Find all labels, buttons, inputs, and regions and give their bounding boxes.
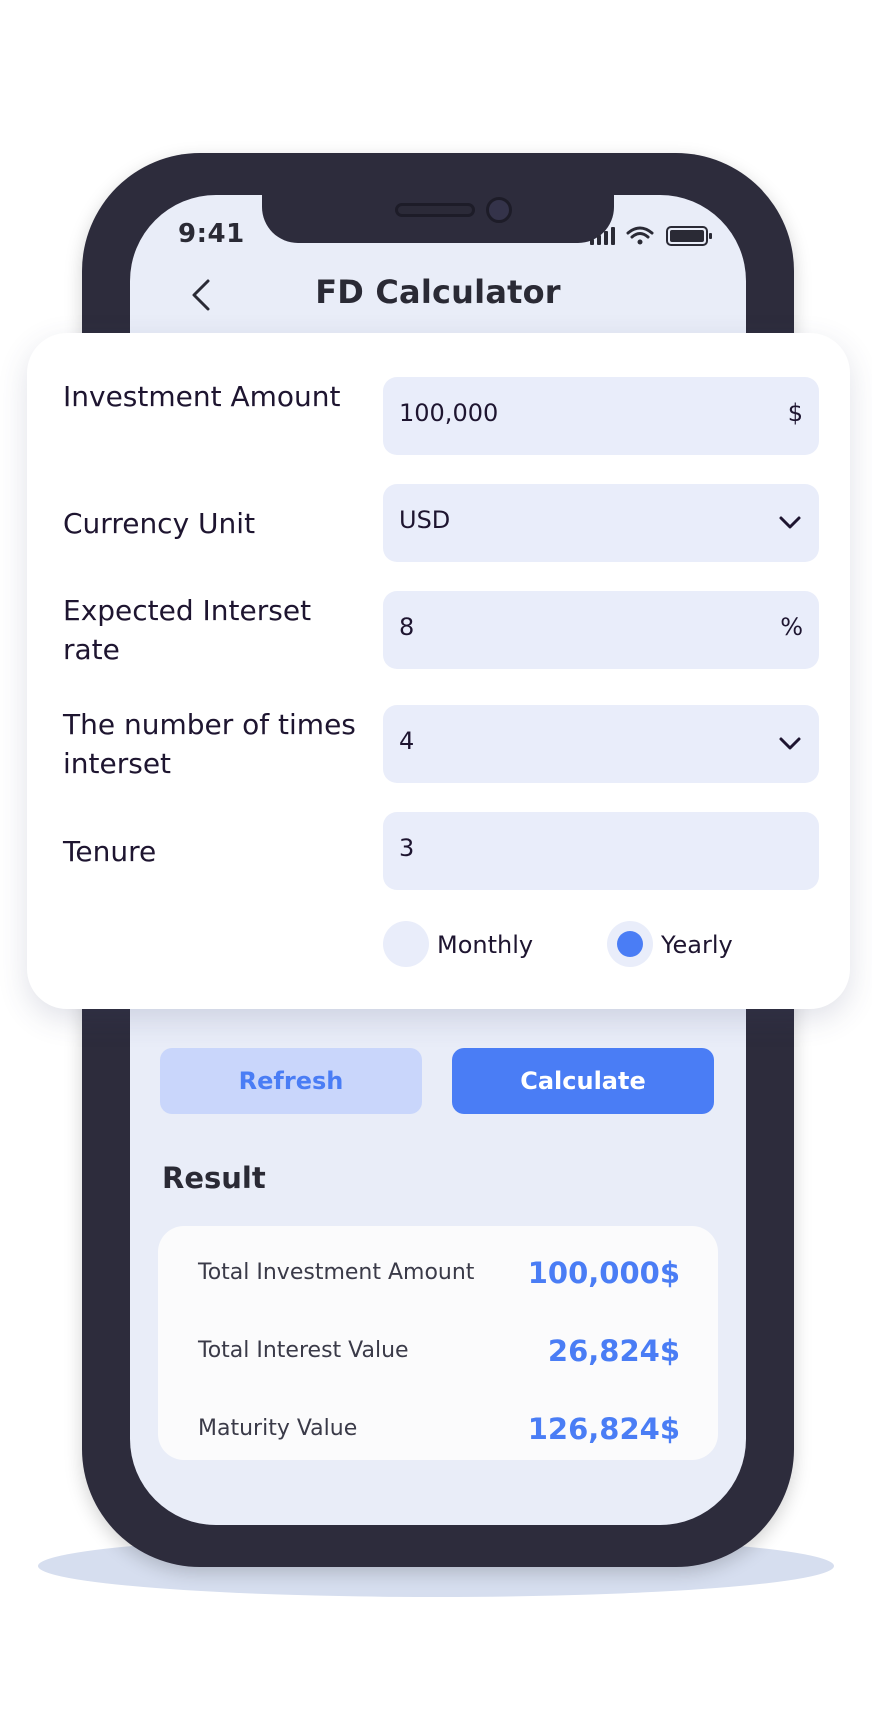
result-row-total-interest: Total Interest Value 26,824$ (198, 1330, 680, 1370)
result-row-total-investment: Total Investment Amount 100,000$ (198, 1252, 680, 1292)
radio-circle-unselected (383, 921, 429, 967)
dollar-unit: $ (787, 399, 803, 427)
result-label: Total Investment Amount (198, 1260, 475, 1285)
interest-rate-input[interactable]: 8 % (383, 591, 819, 669)
percent-unit: % (780, 613, 803, 641)
result-card: Total Investment Amount 100,000$ Total I… (158, 1226, 718, 1460)
radio-circle-selected (607, 921, 653, 967)
result-value: 126,824$ (527, 1412, 680, 1446)
tenure-input[interactable]: 3 (383, 812, 819, 890)
status-icons (586, 225, 726, 247)
tenure-value: 3 (399, 834, 415, 862)
result-value: 100,000$ (527, 1256, 680, 1290)
calculate-button[interactable]: Calculate (452, 1048, 714, 1114)
wifi-icon (626, 226, 654, 245)
compounding-label: The number of times interset (63, 708, 356, 780)
tenure-label: Tenure (63, 835, 157, 868)
compounding-row: The number of times interset 4 (63, 705, 819, 783)
investment-amount-value: 100,000 (399, 399, 499, 427)
refresh-button[interactable]: Refresh (160, 1048, 422, 1114)
front-camera (486, 197, 512, 223)
radio-label: Monthly (437, 931, 534, 959)
page-title: FD Calculator (315, 273, 561, 311)
currency-unit-select[interactable]: USD (383, 484, 819, 562)
investment-amount-input[interactable]: 100,000 $ (383, 377, 819, 455)
result-label: Total Interest Value (198, 1338, 409, 1363)
currency-unit-label: Currency Unit (63, 507, 256, 540)
interest-rate-row: Expected Interset rate 8 % (63, 591, 819, 669)
radio-monthly[interactable]: Monthly (383, 921, 563, 967)
battery-icon (666, 226, 712, 246)
currency-unit-row: Currency Unit USD (63, 484, 819, 562)
radio-yearly[interactable]: Yearly (607, 921, 787, 967)
interest-rate-label: Expected Interset rate (63, 594, 312, 666)
chevron-down-icon (777, 731, 803, 757)
interest-rate-value: 8 (399, 613, 415, 641)
speaker-grille (395, 203, 475, 217)
result-label: Maturity Value (198, 1416, 358, 1441)
investment-amount-row: Investment Amount 100,000 $ (63, 377, 819, 455)
result-title: Result (162, 1161, 266, 1195)
currency-unit-value: USD (399, 506, 451, 534)
action-buttons: Refresh Calculate (160, 1048, 720, 1114)
status-time: 9:41 (178, 219, 245, 249)
radio-dot (617, 931, 643, 957)
signal-icon (590, 227, 615, 245)
phone-notch (262, 195, 614, 243)
result-row-maturity: Maturity Value 126,824$ (198, 1408, 680, 1448)
radio-label: Yearly (661, 931, 733, 959)
chevron-down-icon (777, 510, 803, 536)
investment-amount-label: Investment Amount (63, 380, 341, 413)
result-value: 26,824$ (547, 1334, 680, 1368)
tenure-row: Tenure 3 (63, 812, 819, 890)
compounding-select[interactable]: 4 (383, 705, 819, 783)
tenure-period-radio-group: Monthly Yearly (383, 921, 803, 967)
calculator-form-card: Investment Amount 100,000 $ Currency Uni… (27, 333, 850, 1009)
compounding-value: 4 (399, 727, 415, 755)
app-header: FD Calculator (130, 265, 746, 325)
